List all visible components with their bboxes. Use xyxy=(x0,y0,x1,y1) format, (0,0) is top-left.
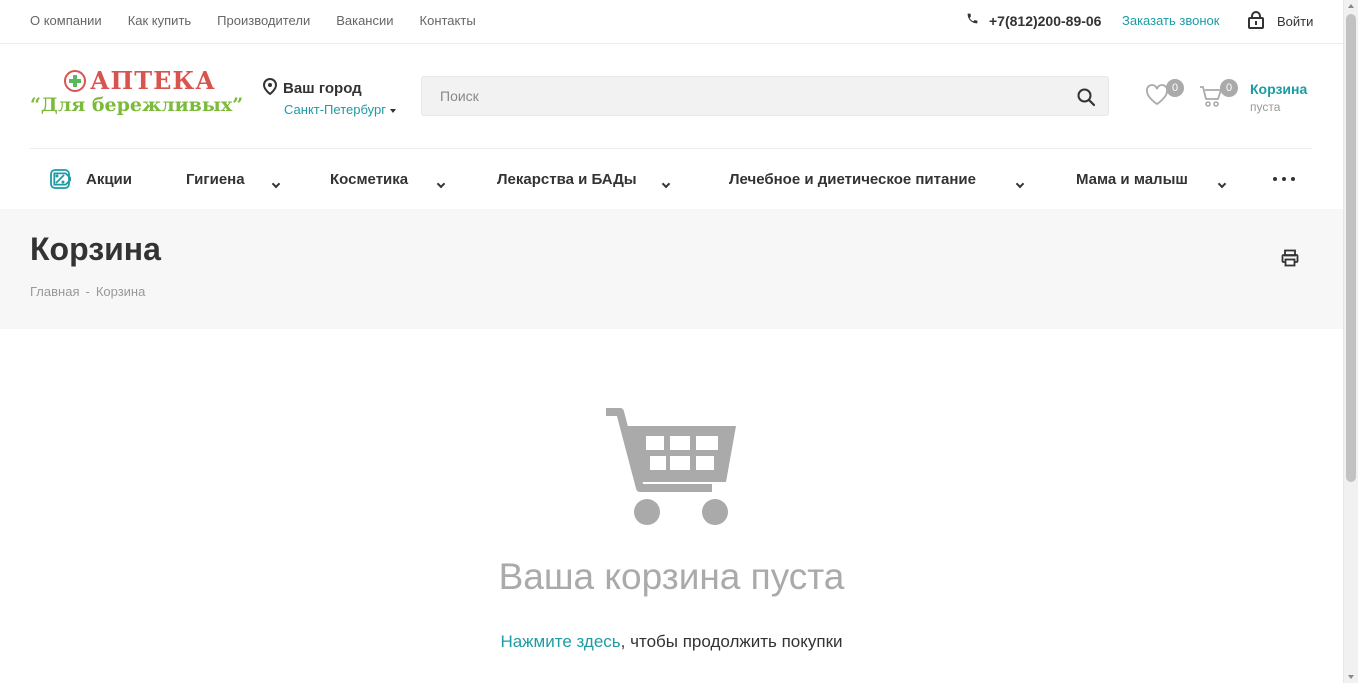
more-menu-icon[interactable] xyxy=(1273,177,1295,181)
menu-item-diet-nutrition[interactable]: Лечебное и диетическое питание xyxy=(729,149,976,209)
breadcrumb-separator: - xyxy=(85,284,90,299)
search-icon[interactable] xyxy=(1076,87,1096,107)
logo-subtitle: “Для бережливых” xyxy=(30,94,244,116)
page-title: Корзина xyxy=(30,231,161,267)
print-icon[interactable] xyxy=(1281,249,1299,267)
vertical-scrollbar[interactable] xyxy=(1343,0,1358,683)
menu-item-mother-baby[interactable]: Мама и малыш xyxy=(1076,149,1188,209)
cart-icon xyxy=(1199,86,1223,112)
breadcrumb-home[interactable]: Главная xyxy=(30,284,79,299)
cart-button[interactable]: 0 xyxy=(1199,79,1238,112)
top-nav-vacancies[interactable]: Вакансии xyxy=(336,13,393,28)
cart-status: пуста xyxy=(1250,100,1281,114)
logo[interactable]: АПТЕКА “Для бережливых” xyxy=(30,66,243,124)
discount-icon xyxy=(49,168,71,190)
scroll-up-arrow-icon[interactable] xyxy=(1348,4,1354,8)
breadcrumb-current: Корзина xyxy=(95,284,146,299)
top-nav: О компании Как купить Производители Вака… xyxy=(30,13,476,28)
menu-item-promotions[interactable]: Акции xyxy=(49,149,132,209)
menu-item-medicines[interactable]: Лекарства и БАДы xyxy=(497,149,637,209)
menu-item-label: Мама и малыш xyxy=(1076,170,1188,188)
logo-cross-icon xyxy=(64,69,86,92)
city-selector[interactable]: Ваш город Санкт-Петербург xyxy=(262,77,396,117)
empty-cart-note: Нажмите здесь, чтобы продолжить покупки xyxy=(0,632,1343,652)
page-header: Корзина Главная - Корзина xyxy=(0,209,1343,329)
main-menu: Акции Гигиена Косметика Лекарства и БАДы… xyxy=(30,148,1312,208)
search-box xyxy=(421,76,1109,116)
continue-shopping-link[interactable]: Нажмите здесь xyxy=(500,632,620,651)
menu-item-label: Гигиена xyxy=(186,170,245,188)
phone-icon xyxy=(966,12,979,30)
chevron-down-icon[interactable] xyxy=(1217,174,1227,192)
scrollbar-thumb[interactable] xyxy=(1346,14,1356,482)
lock-icon xyxy=(1248,11,1264,32)
logo-title: АПТЕКА xyxy=(90,66,216,95)
empty-cart-title: Ваша корзина пуста xyxy=(498,556,845,597)
menu-item-label: Акции xyxy=(86,170,133,188)
login-label: Войти xyxy=(1277,14,1314,29)
menu-item-label: Лечебное и диетическое питание xyxy=(729,170,976,188)
location-pin-icon xyxy=(262,77,278,99)
caret-down-icon xyxy=(389,108,396,113)
breadcrumb: Главная - Корзина xyxy=(30,284,145,299)
cart-summary[interactable]: Корзина пуста xyxy=(1250,81,1307,114)
menu-item-label: Косметика xyxy=(330,170,409,188)
menu-item-cosmetics[interactable]: Косметика xyxy=(330,149,408,209)
top-nav-manufacturers[interactable]: Производители xyxy=(217,13,310,28)
top-nav-contacts[interactable]: Контакты xyxy=(420,13,476,28)
empty-cart-icon xyxy=(604,406,740,528)
top-nav-about[interactable]: О компании xyxy=(30,13,102,28)
top-bar: О компании Как купить Производители Вака… xyxy=(0,0,1343,44)
heart-icon xyxy=(1145,84,1169,110)
cart-title[interactable]: Корзина xyxy=(1250,81,1307,97)
chevron-down-icon[interactable] xyxy=(271,174,281,192)
city-label: Ваш город xyxy=(283,80,362,97)
cart-count-badge: 0 xyxy=(1220,79,1238,97)
favorites-count-badge: 0 xyxy=(1166,79,1184,97)
city-value[interactable]: Санкт-Петербург xyxy=(284,102,386,117)
phone-block[interactable]: +7(812)200-89-06 xyxy=(966,12,1101,30)
top-nav-how-to-buy[interactable]: Как купить xyxy=(128,13,191,28)
menu-item-label: Лекарства и БАДы xyxy=(497,170,637,188)
chevron-down-icon[interactable] xyxy=(661,174,671,192)
chevron-down-icon[interactable] xyxy=(1015,174,1025,192)
search-input[interactable] xyxy=(422,77,1062,115)
favorites-button[interactable]: 0 xyxy=(1145,79,1184,110)
menu-item-hygiene[interactable]: Гигиена xyxy=(186,149,245,209)
chevron-down-icon[interactable] xyxy=(436,174,446,192)
phone-number[interactable]: +7(812)200-89-06 xyxy=(989,13,1101,29)
login-button[interactable]: Войти xyxy=(1248,11,1313,32)
empty-cart-note-text: , чтобы продолжить покупки xyxy=(620,632,843,651)
scroll-down-arrow-icon[interactable] xyxy=(1348,675,1354,679)
page: О компании Как купить Производители Вака… xyxy=(0,0,1343,683)
callback-link[interactable]: Заказать звонок xyxy=(1122,13,1219,28)
